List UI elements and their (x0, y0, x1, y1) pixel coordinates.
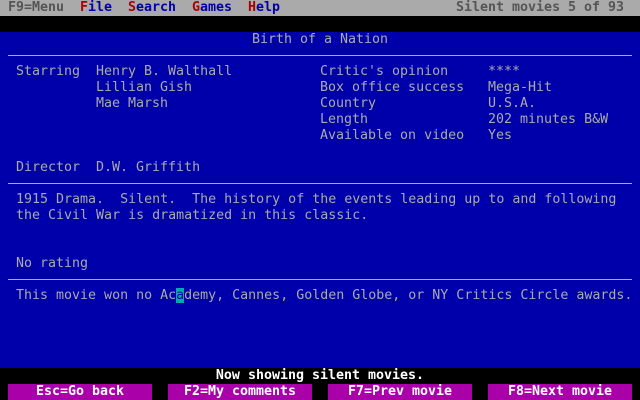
star-name: Lillian Gish (96, 80, 193, 95)
director-name: D.W. Griffith (96, 160, 201, 175)
menu-help[interactable]: Help (248, 0, 280, 16)
status-message: Now showing silent movies. (215, 368, 425, 383)
starring-label: Starring (16, 64, 81, 79)
video-value: Yes (488, 128, 513, 143)
record-position: 5 of 93 (568, 0, 625, 15)
video-label: Available on video (320, 128, 465, 143)
awards-text[interactable]: This movie won no Academy, Cannes, Golde… (16, 288, 632, 304)
critic-opinion-label: Critic's opinion (320, 64, 449, 79)
box-office-value: Mega-Hit (488, 80, 553, 95)
category-label: Silent movies (456, 0, 561, 15)
menu-file[interactable]: File (80, 0, 112, 16)
country-label: Country (320, 96, 377, 111)
menu-search[interactable]: Search (128, 0, 176, 16)
description-line: the Civil War is dramatized in this clas… (16, 208, 369, 223)
critic-opinion-value: **** (488, 64, 521, 79)
next-movie-button[interactable]: F8=Next movie (488, 384, 632, 400)
menu-games[interactable]: Games (192, 0, 232, 16)
rating: No rating (16, 256, 89, 271)
menu-bar: F9=Menu File Search Games Help Silent mo… (0, 0, 640, 16)
divider (8, 279, 632, 280)
my-comments-button[interactable]: F2=My comments (168, 384, 312, 400)
prev-movie-button[interactable]: F7=Prev movie (328, 384, 472, 400)
length-label: Length (320, 112, 369, 127)
divider (8, 55, 632, 56)
star-name: Henry B. Walthall (96, 64, 233, 79)
text-cursor: a (176, 288, 185, 303)
go-back-button[interactable]: Esc=Go back (8, 384, 152, 400)
description-line: 1915 Drama. Silent. The history of the e… (16, 192, 617, 207)
divider (8, 183, 632, 184)
director-label: Director (16, 160, 81, 175)
country-value: U.S.A. (488, 96, 537, 111)
menu-f9-hint[interactable]: F9=Menu (8, 0, 64, 16)
box-office-label: Box office success (320, 80, 465, 95)
length-value: 202 minutes B&W (488, 112, 609, 127)
movie-detail-panel: Birth of a Nation Starring Henry B. Walt… (0, 32, 640, 368)
movie-title: Birth of a Nation (251, 32, 389, 47)
star-name: Mae Marsh (96, 96, 169, 111)
